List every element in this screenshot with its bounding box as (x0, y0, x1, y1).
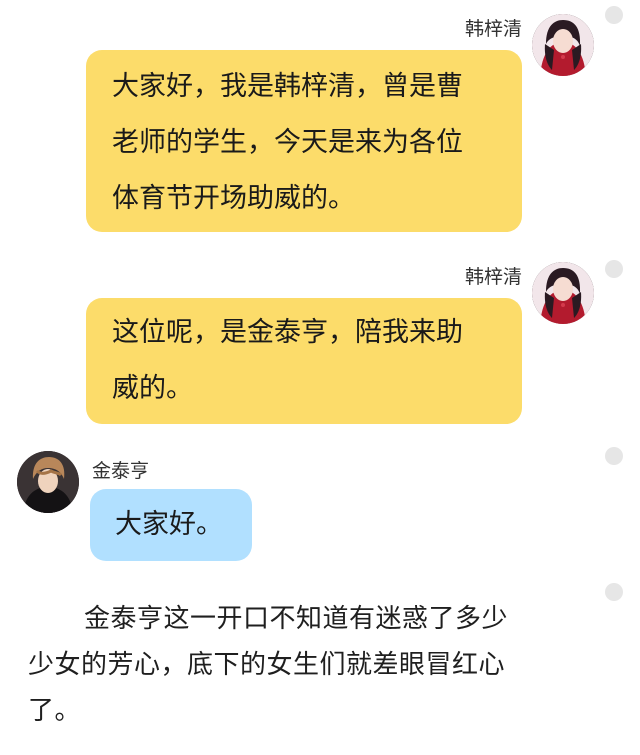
sender-name: 金泰亨 (92, 460, 150, 482)
sender-name: 韩梓清 (464, 266, 522, 288)
bubble-line: 大家好。 (115, 509, 223, 540)
sender-name: 韩梓清 (464, 18, 522, 40)
bubble-line: 老师的学生，今天是来为各位 (112, 127, 463, 158)
avatar[interactable] (17, 451, 79, 513)
bubble-line: 这位呢，是金泰亨，陪我来助 (112, 317, 463, 348)
more-dot-icon[interactable] (605, 6, 623, 24)
bubble-line: 大家好，我是韩梓清，曾是曹 (112, 71, 463, 102)
avatar[interactable] (532, 14, 594, 76)
bubble-line: 体育节开场助威的。 (112, 183, 355, 214)
more-dot-icon[interactable] (605, 260, 623, 278)
chat-bubble[interactable]: 这位呢，是金泰亨，陪我来助 威的。 (86, 298, 522, 424)
story-line: 少女的芳心，底下的女生们就差眼冒红心 (28, 650, 506, 680)
bubble-line: 威的。 (112, 373, 193, 404)
story-line: 金泰亨这一开口不知道有迷惑了多少 (84, 604, 509, 634)
avatar-girl-icon (532, 14, 594, 76)
avatar-boy-icon (17, 451, 79, 513)
chat-bubble[interactable]: 大家好，我是韩梓清，曾是曹 老师的学生，今天是来为各位 体育节开场助威的。 (86, 50, 522, 232)
chat-bubble[interactable]: 大家好。 (90, 489, 252, 561)
story-paragraph: 金泰亨这一开口不知道有迷惑了多少 少女的芳心，底下的女生们就差眼冒红心 了。 (28, 596, 608, 734)
avatar-girl-icon (532, 262, 594, 324)
story-line: 了。 (28, 696, 82, 726)
avatar[interactable] (532, 262, 594, 324)
more-dot-icon[interactable] (605, 447, 623, 465)
